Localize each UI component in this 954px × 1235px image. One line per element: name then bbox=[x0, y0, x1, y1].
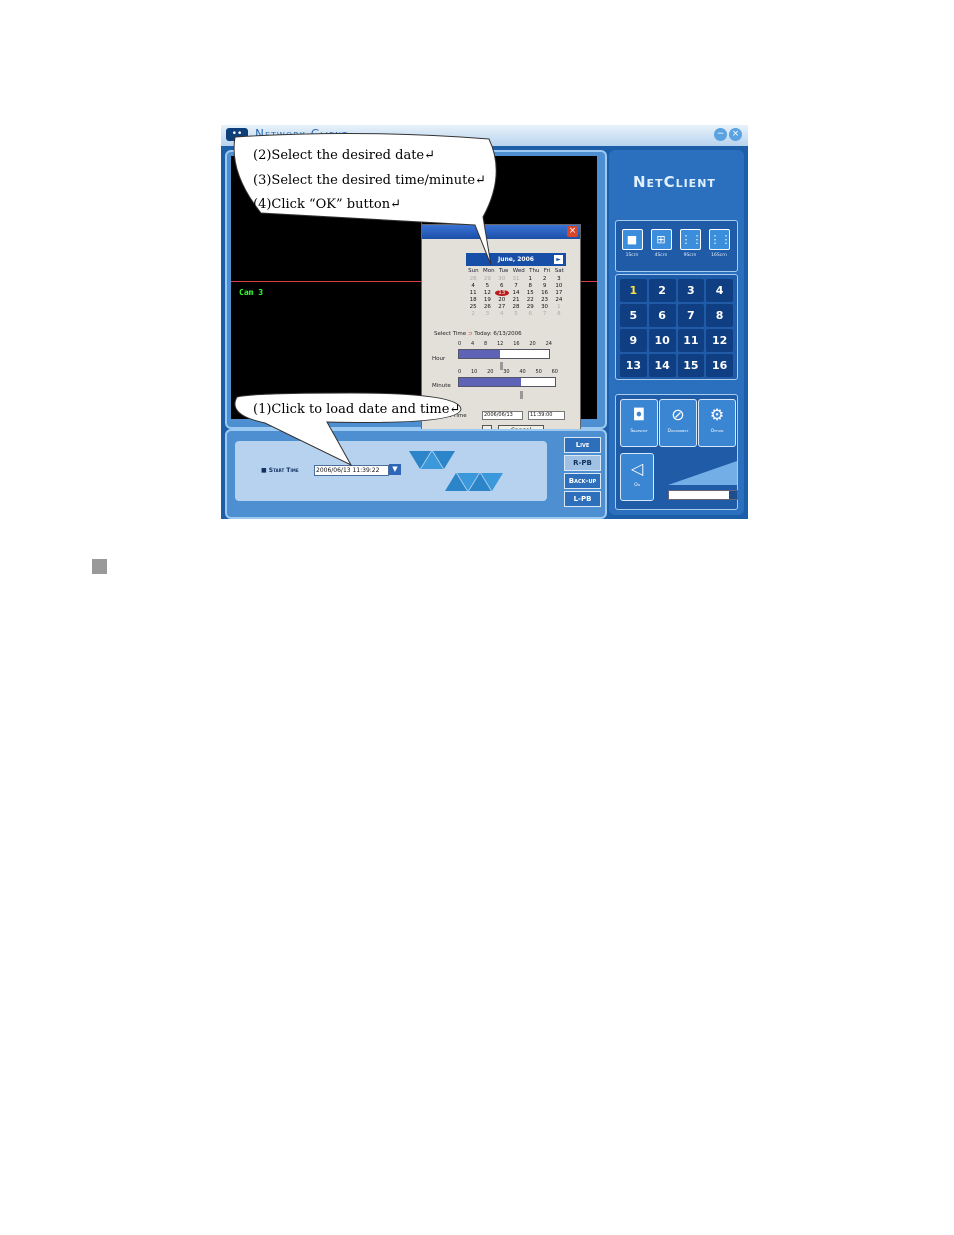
callout-step-2: (2)Select the desired date↵ bbox=[253, 148, 436, 163]
network-client-screenshot: •• Network Client − × Cam 3 × June, 2006… bbox=[221, 125, 748, 519]
callout-step-3: (3)Select the desired time/minute↵ bbox=[253, 173, 486, 188]
callout-step-1: (1)Click to load date and time↵ bbox=[253, 402, 461, 417]
bullet-square bbox=[92, 559, 107, 574]
callout-step-4: (4)Click “OK” button↵ bbox=[253, 197, 401, 212]
